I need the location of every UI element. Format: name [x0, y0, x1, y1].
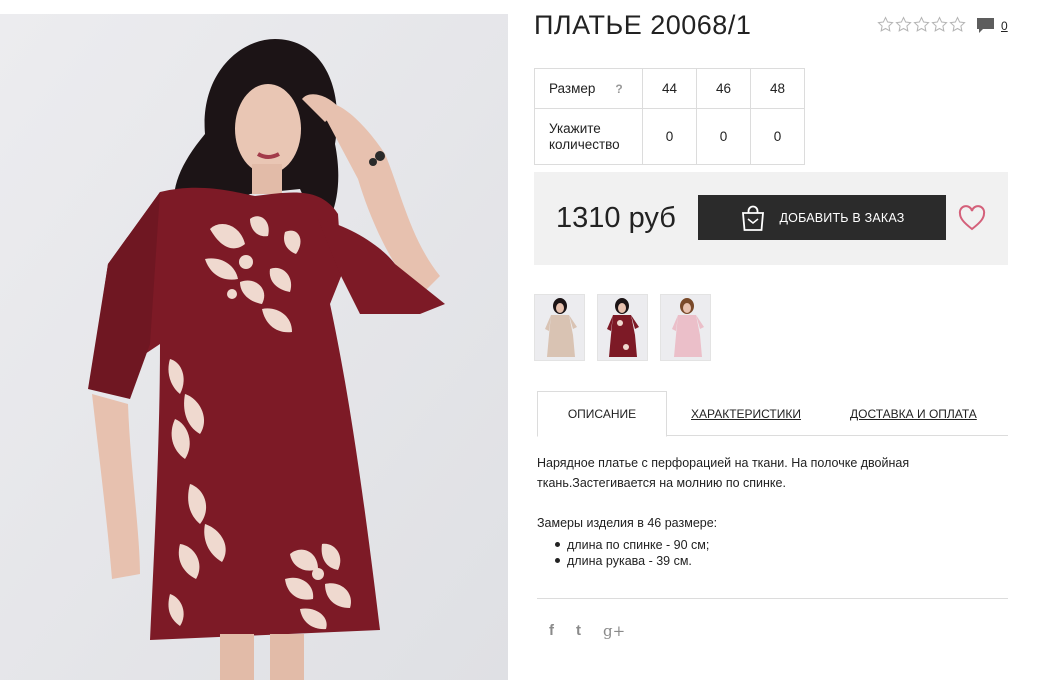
thumb-beige-dress[interactable]	[534, 294, 585, 361]
quantity-row: Укажите количество 0 0 0	[534, 108, 805, 165]
quantity-input-44[interactable]: 0	[642, 108, 697, 165]
comments-link[interactable]: 0	[976, 17, 1008, 34]
size-label-cell: Размер?	[534, 68, 643, 109]
tab-delivery-payment[interactable]: ДОСТАВКА И ОПЛАТА	[850, 391, 977, 436]
tab-description[interactable]: ОПИСАНИЕ	[537, 391, 667, 437]
twitter-icon[interactable]: t	[576, 622, 581, 640]
rating-stars[interactable]	[877, 16, 966, 33]
add-to-order-button[interactable]: ДОБАВИТЬ В ЗАКАЗ	[698, 195, 946, 240]
quantity-input-48[interactable]: 0	[750, 108, 805, 165]
star-icon[interactable]	[895, 16, 912, 33]
product-description: Нарядное платье с перфорацией на ткани. …	[537, 456, 910, 490]
size-table: Размер? 44 46 48 Укажите количество 0 0 …	[534, 68, 805, 165]
thumbnail-strip	[534, 294, 711, 361]
comment-bubble-icon	[977, 18, 994, 33]
star-icon[interactable]	[949, 16, 966, 33]
size-label: Размер	[549, 80, 596, 96]
size-44: 44	[642, 68, 697, 109]
thumb-pink-dress[interactable]	[660, 294, 711, 361]
shopping-bag-icon	[742, 205, 765, 231]
price: 1310 руб	[556, 202, 676, 234]
star-icon[interactable]	[913, 16, 930, 33]
googleplus-icon[interactable]: g+	[603, 622, 625, 640]
quantity-input-46[interactable]: 0	[696, 108, 751, 165]
measurements-list: длина по спинке - 90 см; длина рукава - …	[537, 537, 717, 569]
social-share: f t g+	[549, 622, 625, 640]
facebook-icon[interactable]: f	[549, 622, 554, 640]
add-to-order-label: ДОБАВИТЬ В ЗАКАЗ	[779, 210, 905, 225]
size-48: 48	[750, 68, 805, 109]
thumb-burgundy-dress[interactable]	[597, 294, 648, 361]
list-item: длина по спинке - 90 см;	[555, 537, 717, 553]
product-title: ПЛАТЬЕ 20068/1	[534, 10, 752, 40]
buy-panel: 1310 руб ДОБАВИТЬ В ЗАКАЗ	[534, 172, 1008, 265]
product-main-photo[interactable]	[0, 14, 508, 680]
size-46: 46	[696, 68, 751, 109]
tab-characteristics[interactable]: ХАРАКТЕРИСТИКИ	[691, 391, 801, 436]
comments-count[interactable]: 0	[1001, 19, 1008, 33]
star-icon[interactable]	[877, 16, 894, 33]
measurements-block: Замеры изделия в 46 размере: длина по сп…	[537, 516, 717, 569]
divider	[537, 598, 1008, 599]
product-tabs: ОПИСАНИЕ ХАРАКТЕРИСТИКИ ДОСТАВКА И ОПЛАТ…	[537, 391, 1008, 437]
size-row: Размер? 44 46 48	[534, 68, 805, 109]
quantity-label: Укажите количество	[534, 108, 643, 165]
measurements-title: Замеры изделия в 46 размере:	[537, 516, 718, 530]
heart-icon[interactable]	[958, 205, 986, 231]
star-icon[interactable]	[931, 16, 948, 33]
list-item: длина рукава - 39 см.	[555, 553, 717, 569]
size-help-icon[interactable]: ?	[615, 81, 622, 97]
